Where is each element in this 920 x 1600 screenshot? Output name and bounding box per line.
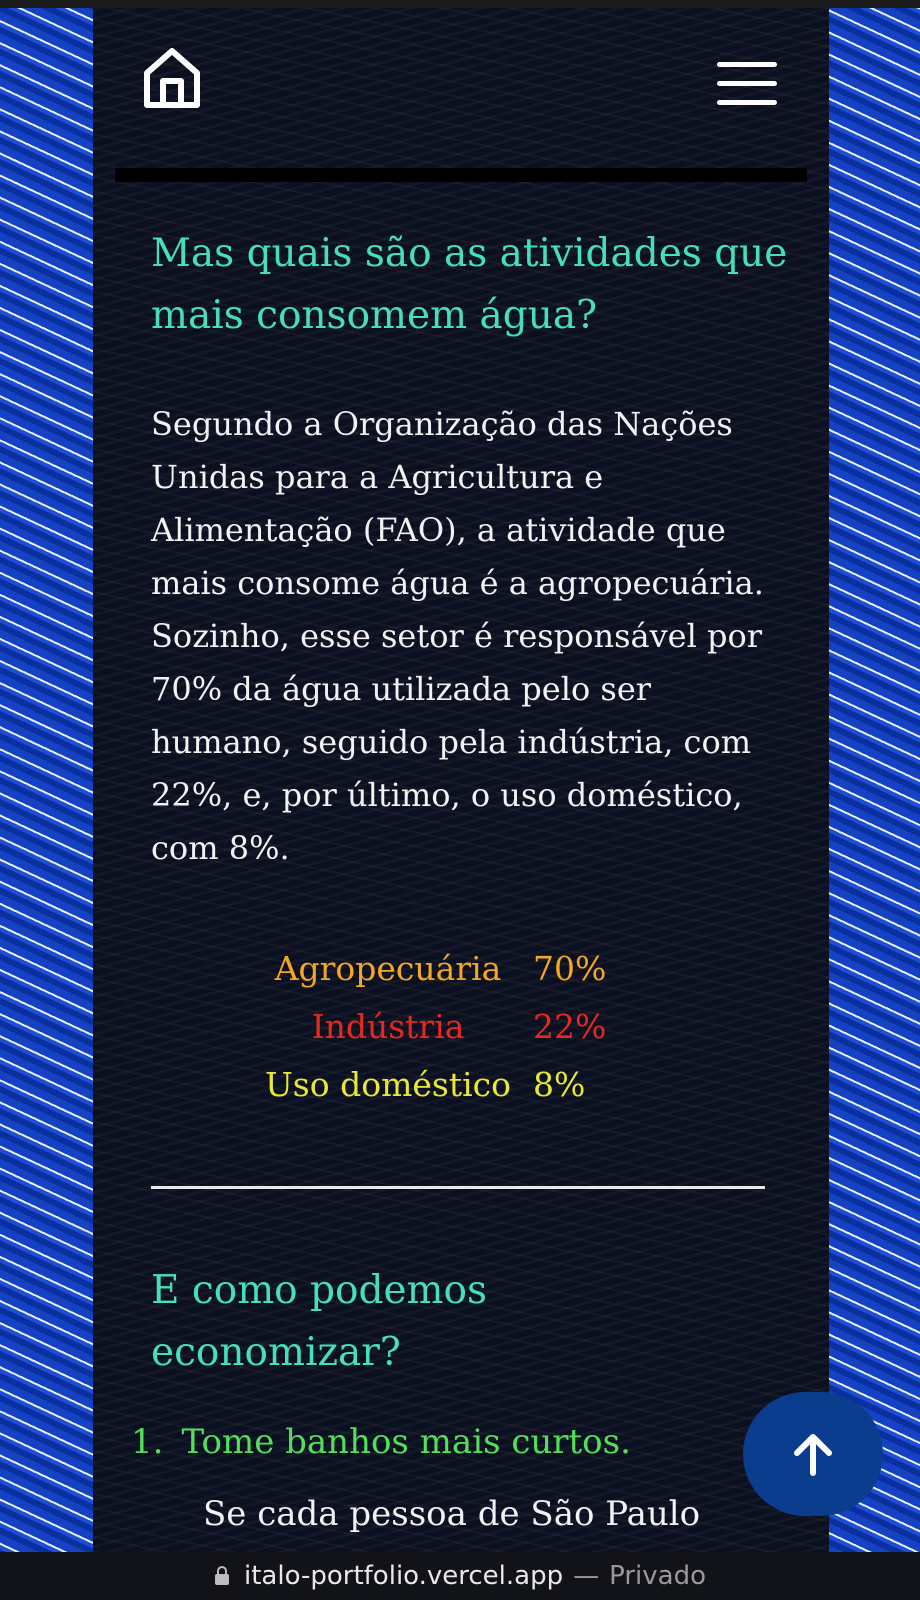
stat-label: Uso doméstico: [264, 1065, 512, 1104]
stat-row-industria: Indústria 22%: [243, 998, 663, 1056]
stat-label: Indústria: [311, 1007, 465, 1046]
menu-bar: [717, 62, 777, 67]
stat-row-agropecuaria: Agropecuária 70%: [243, 940, 663, 998]
browser-url-bar[interactable]: italo-portfolio.vercel.app — Privado: [0, 1552, 920, 1600]
list-item-number: 1.: [131, 1422, 164, 1462]
lock-icon: [215, 1566, 230, 1585]
stat-value: 70%: [533, 949, 607, 988]
scroll-to-top-button[interactable]: [743, 1392, 883, 1516]
url-text: italo-portfolio.vercel.app: [244, 1561, 564, 1591]
url-separator: —: [573, 1561, 600, 1591]
home-icon[interactable]: [141, 45, 203, 111]
activities-paragraph: Segundo a Organização das Nações Unidas …: [151, 405, 764, 867]
menu-bar: [717, 81, 777, 86]
private-mode-label: Privado: [609, 1561, 706, 1591]
stat-row-uso-domestico: Uso doméstico 8%: [243, 1056, 663, 1114]
content-panel: Mas quais são as atividades que mais con…: [93, 8, 829, 1552]
stat-value: 22%: [533, 1007, 607, 1046]
tip-description: Se cada pessoa de São Paulo: [203, 1494, 701, 1534]
list-item-text: Tome banhos mais curtos.: [181, 1422, 631, 1462]
water-usage-stats: Agropecuária 70% Indústria 22% Uso domés…: [243, 940, 663, 1114]
top-strip: [0, 0, 920, 8]
hamburger-menu-icon[interactable]: [717, 62, 777, 106]
arrow-up-icon: [794, 1434, 832, 1476]
menu-bar: [717, 100, 777, 105]
section-divider: [151, 1186, 765, 1189]
section-title-activities: Mas quais são as atividades que mais con…: [151, 231, 788, 338]
header-divider: [115, 168, 807, 182]
stat-label: Agropecuária: [274, 949, 502, 988]
stat-value: 8%: [533, 1065, 586, 1104]
list-item: 1. Tome banhos mais curtos.: [131, 1420, 631, 1464]
section-title-economizar: E como podemos economizar?: [151, 1268, 488, 1375]
